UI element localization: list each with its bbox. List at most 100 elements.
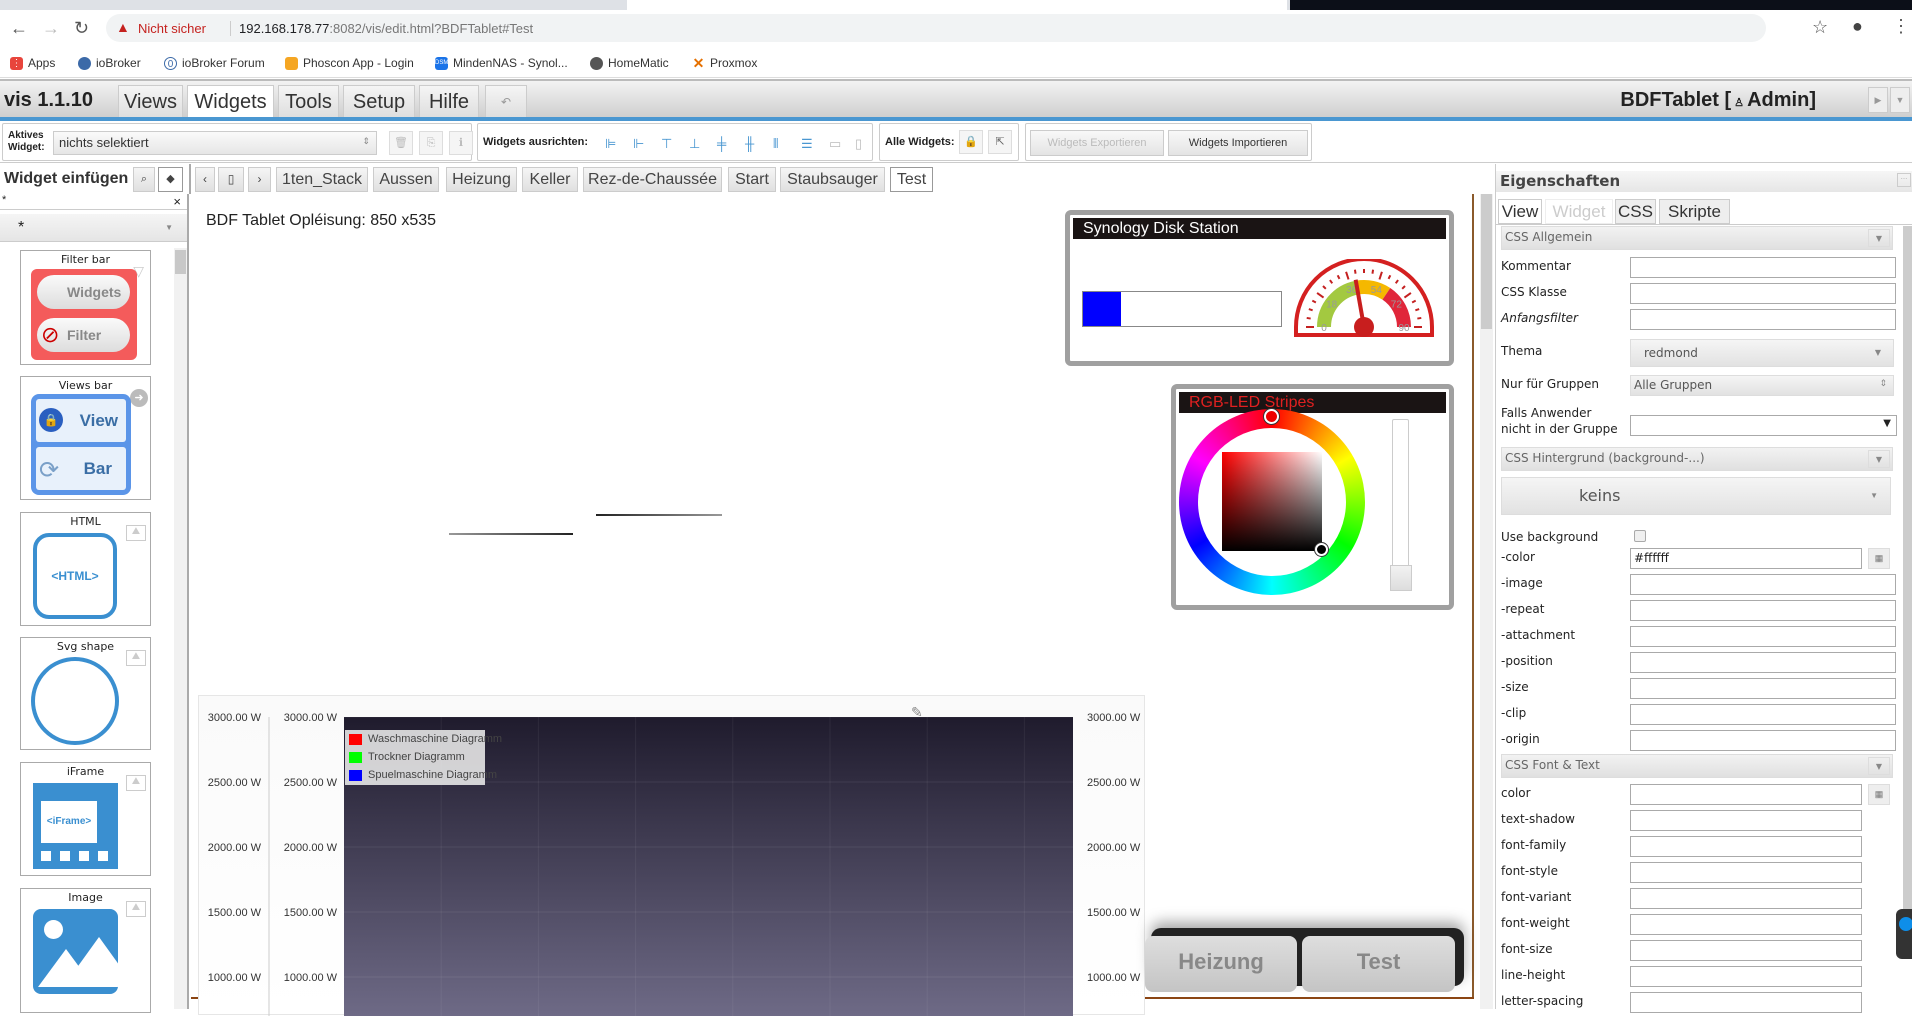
same-height-icon[interactable]: ▯	[855, 136, 862, 152]
external-link-button[interactable]: ⇱	[988, 130, 1012, 154]
url-bar[interactable]: ▲ Nicht sicher 192.168.178.77:8082/vis/e…	[106, 14, 1766, 42]
widget-card-svg-shape[interactable]: Svg shape ⛰	[20, 637, 151, 750]
input-font-family[interactable]	[1630, 836, 1862, 857]
export-widgets-button[interactable]: Widgets Exportieren	[1030, 130, 1164, 156]
bookmark-phoscon[interactable]: Phoscon App - Login	[285, 56, 414, 70]
tag-icon[interactable]: ◆	[158, 167, 183, 192]
align-right-icon[interactable]: ⊩	[633, 136, 644, 152]
menu-tab-hilfe[interactable]: Hilfe	[419, 85, 479, 119]
prop-tab-view[interactable]: View	[1498, 199, 1542, 224]
info-button[interactable]: ℹ	[449, 131, 473, 155]
reload-icon[interactable]: ↻	[74, 18, 89, 39]
widget-card-iframe[interactable]: iFrame ⛰ <iFrame>	[20, 762, 151, 876]
input-css-klasse[interactable]	[1630, 283, 1896, 304]
copy-widget-button[interactable]: ⎘	[419, 131, 443, 155]
widget-card-filter-bar[interactable]: Filter bar ▽ Widgets Filter ⊘	[20, 250, 151, 365]
view-tab-rez-de-chaussee[interactable]: Rez-de-Chaussée	[583, 167, 722, 192]
menu-tab-views[interactable]: Views	[118, 85, 183, 119]
view-canvas[interactable]: BDF Tablet Opléisung: 850 x535 Synology …	[191, 194, 1493, 1016]
widget-card-image[interactable]: Image ⛰	[20, 888, 151, 1013]
search-icon[interactable]: ⌕	[133, 167, 155, 192]
bookmark-mindennas[interactable]: DSM MindenNAS - Synol...	[435, 56, 568, 70]
input-anfangsfilter[interactable]	[1630, 309, 1896, 330]
align-center-v-icon[interactable]: ╫	[745, 136, 754, 151]
input-bg-size[interactable]	[1630, 678, 1896, 699]
palette-scrollbar[interactable]	[174, 248, 187, 1009]
bookmark-apps[interactable]: ⋮ Apps	[10, 56, 55, 70]
view-tab-1ten-stack[interactable]: 1ten_Stack	[276, 167, 368, 192]
select-background-type[interactable]: keins ▼	[1501, 477, 1891, 515]
view-tab-staubsauger[interactable]: Staubsauger	[780, 167, 885, 192]
input-color[interactable]	[1630, 784, 1862, 805]
menu-tab-setup[interactable]: Setup	[343, 85, 415, 119]
input-bg-clip[interactable]	[1630, 704, 1896, 725]
bookmark-proxmox[interactable]: ✕ Proxmox	[692, 56, 758, 71]
color-wheel[interactable]	[1179, 409, 1365, 595]
input-letter-spacing[interactable]	[1630, 992, 1862, 1013]
menu-tab-widgets[interactable]: Widgets	[187, 85, 274, 119]
pencil-edit-icon[interactable]: ✎	[911, 704, 923, 721]
color-picker-button[interactable]: ▦	[1868, 548, 1890, 569]
input-bg-position[interactable]	[1630, 652, 1896, 673]
browser-tab[interactable]	[627, 0, 1287, 10]
widget-card-views-bar[interactable]: Views bar ➜ View Bar 🔒 ⟳	[20, 376, 151, 500]
prop-tab-css[interactable]: CSS	[1615, 199, 1656, 224]
forward-icon[interactable]: →	[42, 18, 60, 39]
canvas-scrollbar[interactable]	[1480, 194, 1493, 1009]
align-bottom-icon[interactable]: ⊥	[689, 136, 700, 152]
flot-chart-widget[interactable]: 3000.00 W 3000.00 W 3000.00 W 2500.00 W 2500…	[198, 695, 1145, 1016]
clear-search-icon[interactable]: ×	[173, 194, 181, 209]
security-warning[interactable]: Nicht sicher	[138, 21, 206, 36]
input-text-shadow[interactable]	[1630, 810, 1862, 831]
undo-button[interactable]: ↶	[485, 85, 527, 119]
saturation-square[interactable]	[1222, 452, 1322, 551]
url-text[interactable]: 192.168.178.77:8082/vis/edit.html?BDFTab…	[230, 21, 533, 36]
input-bg-image[interactable]	[1630, 574, 1896, 595]
distribute-h-icon[interactable]: ⫴	[773, 136, 778, 152]
section-css-allgemein[interactable]: CSS Allgemein ▼	[1501, 226, 1893, 250]
line-widget[interactable]	[596, 514, 722, 516]
input-font-style[interactable]	[1630, 862, 1862, 883]
input-bg-origin[interactable]	[1630, 730, 1896, 751]
import-widgets-button[interactable]: Widgets Importieren	[1168, 130, 1308, 156]
input-bg-color[interactable]: #ffffff	[1630, 548, 1862, 569]
distribute-v-icon[interactable]: ☰	[801, 136, 813, 152]
input-bg-attachment[interactable]	[1630, 626, 1896, 647]
same-width-icon[interactable]: ▭	[829, 136, 841, 152]
section-css-font-text[interactable]: CSS Font & Text ▼	[1501, 754, 1893, 778]
select-thema[interactable]: redmond ▼	[1630, 339, 1894, 367]
bookmark-star-icon[interactable]: ☆	[1812, 17, 1828, 38]
clipboard-icon[interactable]: ▯	[218, 167, 244, 192]
input-bg-repeat[interactable]	[1630, 600, 1896, 621]
brightness-slider-handle[interactable]	[1390, 565, 1412, 591]
menu-kebab-icon[interactable]: ⋮	[1892, 16, 1910, 37]
select-gruppen[interactable]: Alle Gruppen ⇕	[1630, 375, 1894, 396]
back-icon[interactable]: ←	[10, 18, 28, 39]
properties-scrollbar[interactable]	[1903, 226, 1912, 956]
use-background-checkbox[interactable]	[1634, 530, 1646, 542]
hue-handle[interactable]	[1264, 409, 1279, 424]
scrollbar-thumb[interactable]	[175, 250, 186, 274]
synology-widget[interactable]: Synology Disk Station 0 18 36 54 72 90	[1065, 210, 1454, 366]
rgb-led-widget[interactable]: RGB-LED Stripes	[1171, 384, 1454, 610]
input-font-weight[interactable]	[1630, 914, 1862, 935]
prev-view-button[interactable]: ‹	[195, 167, 215, 192]
input-line-height[interactable]	[1630, 966, 1862, 987]
bookmark-homematic[interactable]: HomeMatic	[590, 56, 669, 70]
saturation-handle[interactable]	[1315, 543, 1328, 556]
next-view-button[interactable]: ›	[248, 167, 271, 192]
prop-tab-widget[interactable]: Widget	[1545, 199, 1613, 224]
line-widget[interactable]	[449, 533, 573, 535]
run-dropdown-button[interactable]: ▼	[1890, 87, 1910, 113]
collapse-panel-button[interactable]: …	[1897, 173, 1911, 187]
teamviewer-tab-icon[interactable]	[1896, 909, 1912, 959]
bookmark-iobroker[interactable]: ioBroker	[78, 56, 141, 70]
view-tab-test[interactable]: Test	[890, 167, 933, 192]
select-fallback[interactable]: ▼	[1630, 415, 1897, 436]
view-tab-aussen[interactable]: Aussen	[373, 167, 439, 192]
widget-card-html[interactable]: HTML ⛰ <HTML>	[20, 512, 151, 626]
nav-button-test[interactable]: Test	[1302, 936, 1455, 992]
prop-tab-skripte[interactable]: Skripte	[1659, 199, 1730, 224]
input-kommentar[interactable]	[1630, 257, 1896, 278]
widget-search-input[interactable]: * ×	[0, 194, 187, 210]
